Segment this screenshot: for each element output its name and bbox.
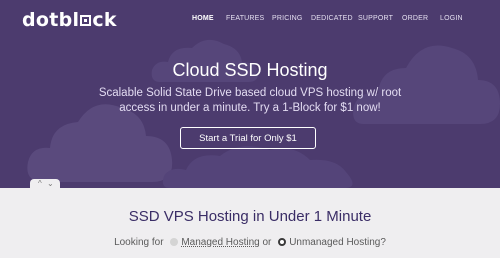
nav-pricing[interactable]: PRICING <box>272 15 303 22</box>
hero-subtitle: Scalable Solid State Drive based cloud V… <box>98 87 402 114</box>
nav-dedicated[interactable]: DEDICATED <box>311 15 353 22</box>
chevron-up-icon[interactable]: ^ <box>38 179 42 188</box>
unmanaged-radio[interactable] <box>278 238 287 246</box>
managed-hosting-option[interactable]: Managed Hosting <box>181 237 259 248</box>
or-label: or <box>262 237 272 248</box>
start-trial-button[interactable]: Start a Trial for Only $1 <box>180 127 316 149</box>
hosting-type-selector: Looking for Managed Hosting or Unmanaged… <box>0 237 500 248</box>
looking-for-label: Looking for <box>114 237 164 248</box>
nav-support[interactable]: SUPPORT <box>358 15 393 22</box>
hero-title: Cloud SSD Hosting <box>172 60 328 80</box>
unmanaged-hosting-option[interactable]: Unmanaged Hosting? <box>289 237 386 248</box>
chevron-down-icon[interactable]: ⌄ <box>47 179 54 188</box>
nav-features[interactable]: FEATURES <box>226 15 264 22</box>
nav-login[interactable]: LOGIN <box>440 15 463 22</box>
nav-order[interactable]: ORDER <box>402 15 428 22</box>
main-nav: HOME FEATURES PRICING DEDICATED SUPPORT … <box>0 15 500 27</box>
slider-controls: ^ ⌄ <box>30 179 60 190</box>
nav-home[interactable]: HOME <box>192 15 214 22</box>
hero-banner: dotbl ck HOME FEATURES PRICING DEDICATED … <box>0 0 500 188</box>
section-title: SSD VPS Hosting in Under 1 Minute <box>128 208 372 225</box>
managed-radio[interactable] <box>170 238 179 246</box>
